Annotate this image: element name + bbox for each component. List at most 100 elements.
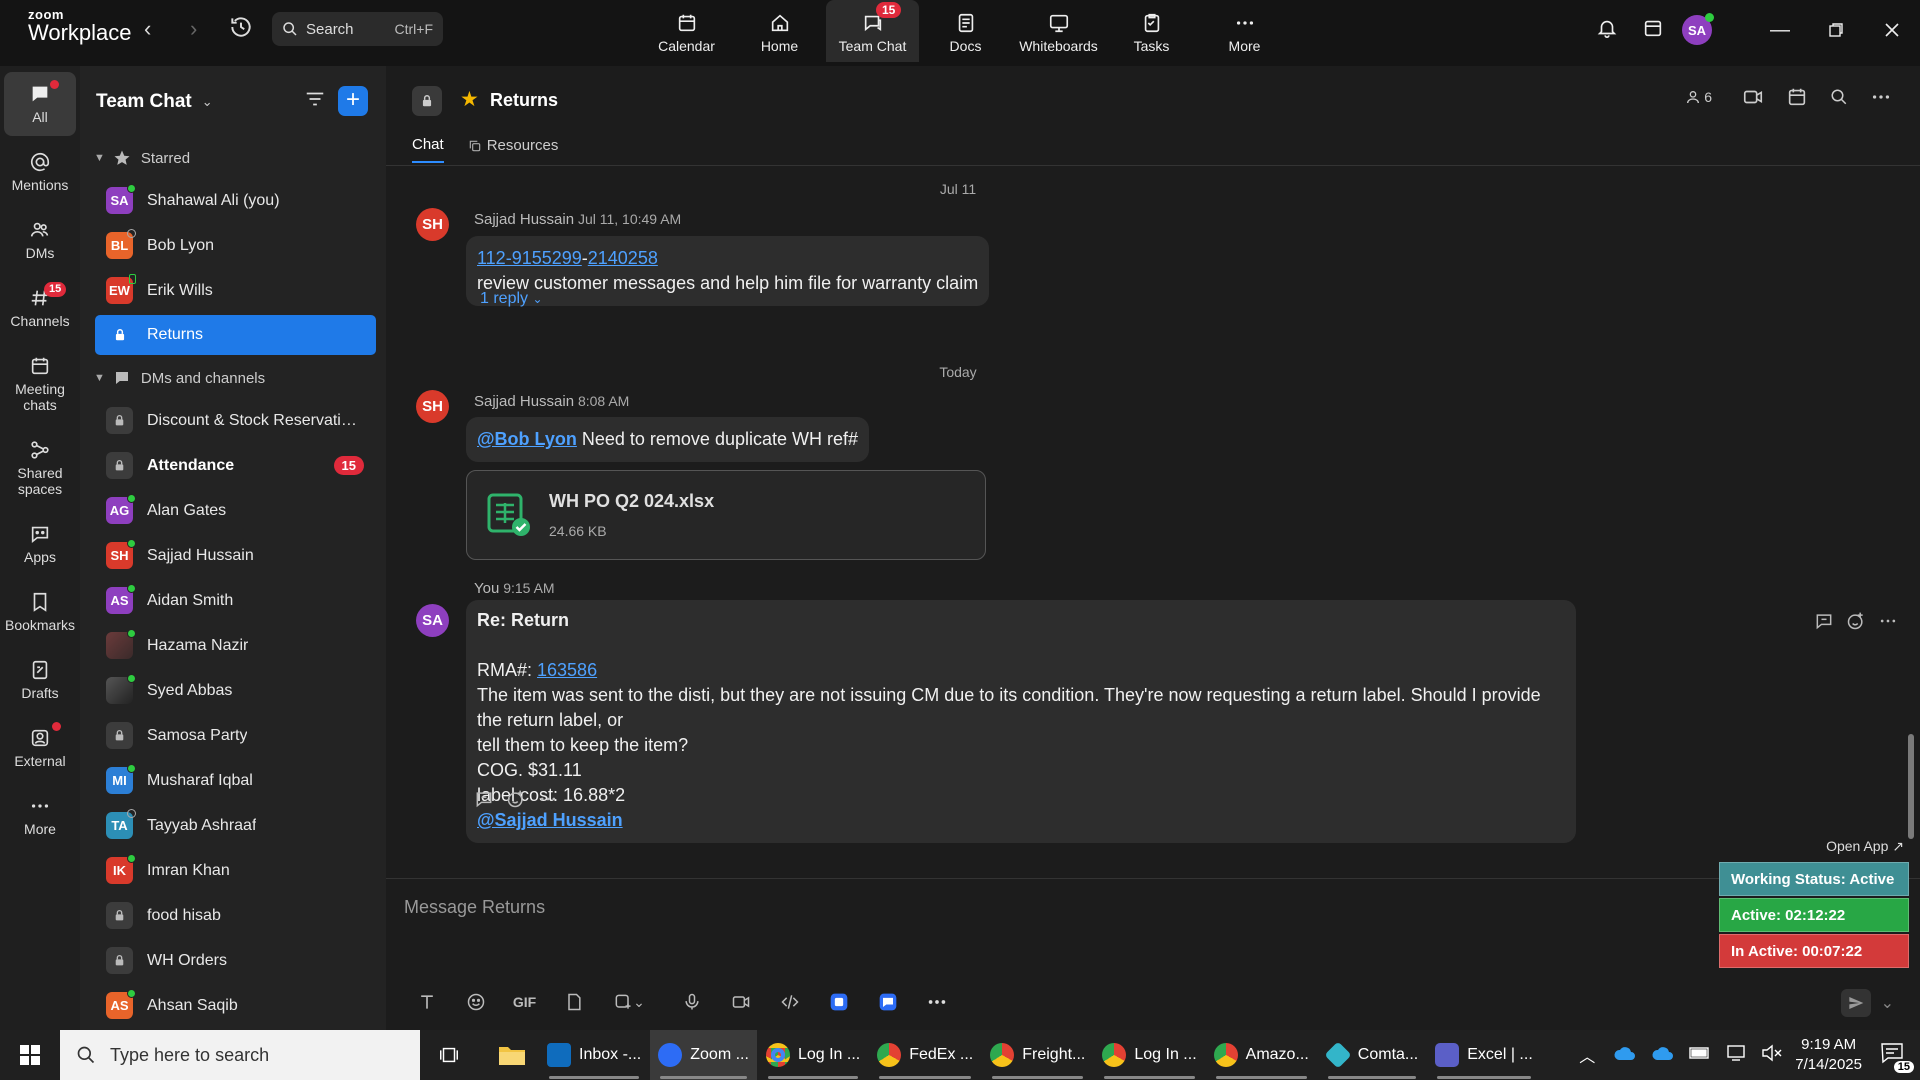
reply-icon[interactable] — [474, 789, 494, 809]
forward-arrow-icon[interactable]: › — [190, 16, 197, 42]
nav-docs[interactable]: Docs — [919, 0, 1012, 62]
user-avatar[interactable]: SA — [1682, 13, 1714, 45]
rail-drafts[interactable]: Drafts — [4, 648, 76, 712]
tab-resources[interactable]: Resources — [468, 136, 558, 163]
nav-tasks[interactable]: Tasks — [1105, 0, 1198, 62]
notification-center-button[interactable]: 15 — [1880, 1042, 1914, 1073]
back-arrow-icon[interactable]: ‹ — [144, 16, 151, 42]
order-link[interactable]: 112-9155299 — [477, 248, 582, 268]
video-icon[interactable] — [1742, 86, 1764, 108]
mention[interactable]: @Sajjad Hussain — [477, 810, 623, 830]
app-icon[interactable] — [863, 992, 912, 1012]
list-item[interactable]: Attendance 15 — [80, 443, 376, 488]
onedrive-icon[interactable] — [1651, 1045, 1675, 1066]
rail-dms[interactable]: DMs — [4, 208, 76, 272]
rail-meeting-chats[interactable]: Meeting chats — [4, 344, 76, 424]
add-reaction-icon[interactable] — [1846, 611, 1866, 631]
message-author[interactable]: Sajjad Hussain — [474, 393, 574, 410]
rail-mentions[interactable]: Mentions — [4, 140, 76, 204]
list-item[interactable]: AG Alan Gates — [80, 488, 376, 533]
video-message-icon[interactable] — [716, 992, 765, 1012]
more-dots-icon[interactable] — [1870, 86, 1892, 108]
chevron-up-icon[interactable]: ︿ — [1579, 1043, 1595, 1067]
app-icon[interactable] — [814, 992, 863, 1012]
section-dms-and-channels[interactable]: ▼ DMs and channels — [80, 358, 386, 398]
taskbar-app-chrome[interactable]: Log In ... — [1094, 1030, 1204, 1080]
message-bubble[interactable]: 112-9155299-2140258 review customer mess… — [466, 236, 990, 306]
list-item[interactable]: Syed Abbas — [80, 668, 376, 713]
send-icon[interactable] — [1840, 989, 1871, 1017]
onedrive-icon[interactable] — [1613, 1045, 1637, 1066]
file-icon[interactable] — [549, 992, 598, 1012]
more-dots-icon[interactable] — [538, 789, 558, 809]
message-composer[interactable]: Message Returns GIF ⌄ ⌄ — [386, 878, 1920, 1030]
rail-shared-spaces[interactable]: Shared spaces — [4, 428, 76, 508]
nav-calendar[interactable]: Calendar — [640, 0, 733, 62]
filter-icon[interactable] — [304, 88, 326, 115]
chevron-down-icon[interactable]: ⌄ — [629, 994, 649, 1011]
more-dots-icon[interactable] — [1878, 611, 1898, 631]
search-box[interactable]: Search Ctrl+F — [272, 12, 443, 46]
message-author[interactable]: Sajjad Hussain — [474, 211, 574, 228]
taskbar-app-chrome[interactable]: Log In ... — [758, 1030, 868, 1080]
thread-replies-link[interactable]: 1 reply ⌄ — [480, 290, 543, 308]
list-item[interactable]: AS Ahsan Saqib — [80, 983, 376, 1028]
rail-bookmarks[interactable]: Bookmarks — [4, 580, 76, 644]
nav-home[interactable]: Home — [733, 0, 826, 62]
avatar[interactable]: SH — [416, 390, 449, 423]
order-link[interactable]: 2140258 — [588, 248, 658, 268]
list-item[interactable]: WH Orders — [80, 938, 376, 983]
message-bubble[interactable]: @Bob Lyon Need to remove duplicate WH re… — [466, 417, 870, 462]
file-attachment[interactable]: WH PO Q2 024.xlsx 24.66 KB — [466, 470, 986, 560]
calendar-status-icon[interactable] — [1642, 17, 1664, 44]
taskbar-app-comtalk[interactable]: Comta... — [1318, 1030, 1426, 1080]
list-item[interactable]: EW Erik Wills — [80, 268, 376, 313]
tab-chat[interactable]: Chat — [412, 136, 444, 163]
taskbar-app-chrome[interactable]: Amazo... — [1206, 1030, 1317, 1080]
clock[interactable]: 9:19 AM 7/14/2025 — [1795, 1035, 1862, 1075]
list-item[interactable]: IK Imran Khan — [80, 848, 376, 893]
list-item[interactable]: SH Sajjad Hussain — [80, 533, 376, 578]
avatar[interactable]: SA — [416, 604, 449, 637]
taskbar-app-outlook[interactable]: Inbox -... — [539, 1030, 649, 1080]
list-item[interactable]: Hazama Nazir — [80, 623, 376, 668]
open-app-link[interactable]: Open App ↗ — [1716, 832, 1912, 860]
list-item[interactable]: food hisab — [80, 893, 376, 938]
network-icon[interactable] — [1725, 1044, 1747, 1067]
list-item-selected[interactable]: Returns — [95, 315, 376, 355]
taskbar-app-zoom[interactable]: Zoom ... — [650, 1030, 757, 1080]
volume-muted-icon[interactable] — [1761, 1044, 1783, 1067]
task-view-icon[interactable] — [438, 1044, 460, 1071]
section-starred[interactable]: ▼ Starred — [80, 138, 386, 178]
nav-whiteboards[interactable]: Whiteboards — [1012, 0, 1105, 62]
rail-external[interactable]: External — [4, 716, 76, 780]
emoji-icon[interactable] — [451, 992, 500, 1012]
rail-channels[interactable]: 15 Channels — [4, 276, 76, 340]
rail-apps[interactable]: Apps — [4, 512, 76, 576]
bell-icon[interactable] — [1596, 17, 1618, 44]
windows-start-icon[interactable] — [20, 1045, 40, 1070]
taskbar-app-teams[interactable]: Excel | ... — [1427, 1030, 1541, 1080]
nav-more[interactable]: More — [1198, 0, 1291, 62]
avatar[interactable]: SH — [416, 208, 449, 241]
message-input[interactable]: Message Returns — [404, 897, 545, 918]
scrollbar-thumb[interactable] — [1908, 734, 1914, 839]
chevron-down-icon[interactable]: ⌄ — [202, 94, 213, 110]
mention[interactable]: @Bob Lyon — [477, 429, 577, 449]
chevron-down-icon[interactable]: ⌄ — [1881, 993, 1894, 1013]
message-author[interactable]: You — [474, 580, 499, 597]
taskbar-app-chrome[interactable]: Freight... — [982, 1030, 1093, 1080]
close-icon[interactable] — [1864, 22, 1920, 38]
minimize-icon[interactable]: — — [1752, 19, 1808, 42]
text-format-icon[interactable] — [402, 992, 451, 1012]
rail-all[interactable]: All — [4, 72, 76, 136]
taskbar-app-chrome[interactable]: FedEx ... — [869, 1030, 981, 1080]
list-item[interactable]: AS Aidan Smith — [80, 578, 376, 623]
battery-icon[interactable] — [1689, 1046, 1711, 1065]
file-explorer-button[interactable] — [486, 1030, 538, 1080]
list-item[interactable]: SA Shahawal Ali (you) — [80, 178, 376, 223]
code-snippet-icon[interactable] — [765, 992, 814, 1012]
reply-icon[interactable] — [1814, 611, 1834, 631]
search-icon[interactable] — [1830, 88, 1848, 106]
star-icon[interactable]: ★ — [460, 87, 479, 112]
